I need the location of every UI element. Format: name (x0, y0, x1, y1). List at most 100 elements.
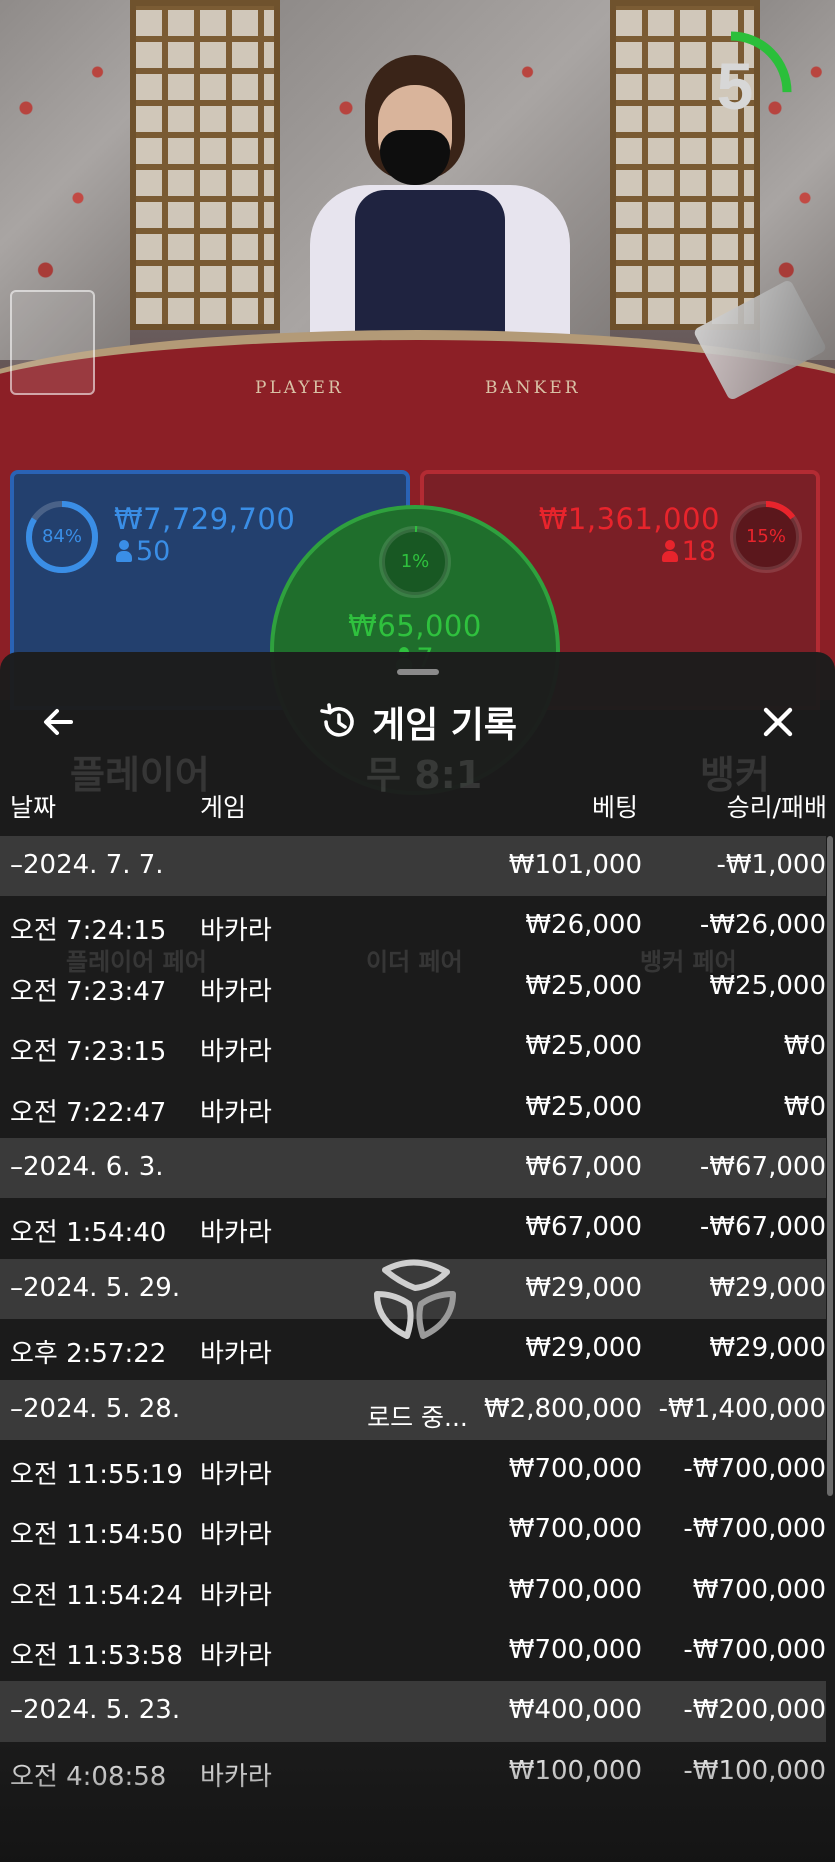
history-date-row[interactable]: –2024. 5. 23. ₩400,000 -₩200,000 (0, 1681, 826, 1742)
date-label: –2024. 6. 3. (10, 1151, 164, 1182)
round-time: 오후 2:57:22 (10, 1339, 167, 1370)
person-icon (661, 540, 678, 562)
tie-percent-ring: 1% (377, 524, 453, 600)
day-bet-total: ₩29,000 (525, 1272, 642, 1303)
round-game: 바카라 (200, 1037, 272, 1068)
day-bet-total: ₩2,800,000 (483, 1393, 642, 1424)
banker-bettor-count: 18 (661, 536, 716, 567)
loading-text: 로드 중... (367, 1403, 468, 1432)
round-time: 오전 7:23:15 (10, 1037, 167, 1068)
round-bet: ₩26,000 (525, 910, 642, 941)
history-row[interactable]: 오전 11:54:50 바카라 ₩700,000 -₩700,000 (0, 1500, 826, 1560)
history-row[interactable]: 오전 7:22:47 바카라 ₩25,000 ₩0 (0, 1078, 826, 1138)
round-game: 바카라 (200, 1218, 272, 1249)
round-bet: ₩25,000 (525, 1091, 642, 1122)
round-game: 바카라 (200, 1641, 272, 1672)
date-label: –2024. 5. 28. (10, 1393, 181, 1424)
round-bet: ₩67,000 (525, 1212, 642, 1243)
round-result: ₩29,000 (709, 1333, 826, 1364)
round-result: -₩26,000 (699, 910, 826, 941)
player-total-amount: ₩7,729,700 (114, 502, 296, 536)
bottom-fade (0, 1742, 835, 1862)
lattice-screen (130, 0, 280, 330)
player-percent: 84% (41, 526, 82, 547)
table-label-player: PLAYER (255, 378, 344, 398)
drag-handle[interactable] (397, 669, 439, 675)
history-date-row[interactable]: –2024. 6. 3. ₩67,000 -₩67,000 (0, 1137, 826, 1199)
person-icon (116, 540, 132, 562)
round-game: 바카라 (200, 1339, 272, 1370)
countdown-timer: 5 (670, 30, 807, 153)
round-game: 바카라 (200, 916, 272, 947)
table-label-banker: BANKER (485, 378, 581, 398)
history-row[interactable]: 오전 7:23:15 바카라 ₩25,000 ₩0 (0, 1017, 826, 1077)
banker-percent: 15% (745, 526, 786, 547)
close-icon (763, 707, 793, 737)
column-game: 게임 (200, 793, 247, 822)
round-bet: ₩25,000 (525, 970, 642, 1001)
column-result: 승리/패배 (726, 793, 827, 822)
round-bet: ₩700,000 (508, 1574, 642, 1605)
day-result-total: -₩67,000 (699, 1151, 826, 1182)
round-game: 바카라 (200, 1459, 272, 1490)
history-icon (320, 703, 354, 737)
round-bet: ₩700,000 (508, 1453, 642, 1484)
tie-total-amount: ₩65,000 (348, 609, 482, 643)
day-bet-total: ₩101,000 (508, 850, 642, 880)
column-bet: 베팅 (591, 793, 638, 822)
history-date-row[interactable]: –2024. 7. 7. ₩101,000 -₩1,000 (0, 836, 826, 897)
history-row[interactable]: 오전 11:54:24 바카라 ₩700,000 ₩700,000 (0, 1561, 826, 1621)
round-result: ₩700,000 (692, 1574, 826, 1605)
round-time: 오전 11:53:58 (10, 1641, 183, 1672)
round-result: ₩0 (783, 1031, 826, 1062)
date-label: –2024. 5. 23. (10, 1695, 181, 1726)
round-time: 오전 11:54:50 (10, 1520, 183, 1551)
history-row[interactable]: 오전 7:24:15 바카라 ₩26,000 -₩26,000 (0, 896, 826, 956)
round-result: ₩25,000 (709, 970, 826, 1001)
sheet-title: 게임 기록 (371, 705, 517, 746)
round-bet: ₩25,000 (525, 1031, 642, 1062)
scrollbar[interactable] (827, 836, 833, 1496)
round-time: 오전 7:23:47 (10, 976, 167, 1007)
game-history-sheet: 플레이어 무 8:1 뱅커 플레이어 페어 이더 페어 뱅커 페어 게임 기록 (0, 652, 835, 1862)
round-game: 바카라 (200, 976, 272, 1007)
day-result-total: ₩29,000 (709, 1272, 826, 1303)
dealer-vest (355, 190, 505, 340)
round-result: ₩0 (783, 1091, 826, 1122)
round-result: -₩700,000 (683, 1635, 826, 1666)
countdown-value: 5 (716, 49, 754, 123)
round-bet: ₩700,000 (508, 1514, 642, 1545)
day-result-total: -₩1,000 (716, 850, 826, 880)
round-result: -₩700,000 (683, 1514, 826, 1545)
day-result-total: -₩200,000 (683, 1695, 826, 1726)
round-game: 바카라 (200, 1580, 272, 1611)
day-bet-total: ₩400,000 (508, 1695, 642, 1726)
round-bet: ₩700,000 (508, 1635, 642, 1666)
player-bettor-count: 50 (116, 536, 170, 567)
loader-icon (374, 1259, 456, 1339)
game-screen: { "countdown": { "value": "5", "fraction… (0, 0, 835, 1862)
player-percent-ring: 84% (24, 499, 100, 575)
banker-total-amount: ₩1,361,000 (538, 502, 720, 536)
date-label: –2024. 7. 7. (10, 850, 164, 880)
history-row[interactable]: 오전 7:23:47 바카라 ₩25,000 ₩25,000 (0, 957, 826, 1017)
round-game: 바카라 (200, 1520, 272, 1551)
round-time: 오전 7:24:15 (10, 916, 167, 947)
close-button[interactable] (750, 694, 806, 750)
history-column-headers: 날짜 게임 베팅 승리/패배 (0, 778, 835, 828)
round-time: 오전 1:54:40 (10, 1218, 167, 1249)
round-game: 바카라 (200, 1097, 272, 1128)
history-row[interactable]: 오전 11:53:58 바카라 ₩700,000 -₩700,000 (0, 1621, 826, 1681)
banker-percent-ring: 15% (728, 499, 804, 575)
history-row[interactable]: 오전 11:55:19 바카라 ₩700,000 -₩700,000 (0, 1440, 826, 1500)
day-result-total: -₩1,400,000 (658, 1393, 826, 1424)
round-result: -₩67,000 (699, 1212, 826, 1243)
round-time: 오전 7:22:47 (10, 1097, 167, 1128)
round-bet: ₩29,000 (525, 1333, 642, 1364)
date-label: –2024. 5. 29. (10, 1272, 181, 1303)
round-time: 오전 11:54:24 (10, 1580, 183, 1611)
sheet-header: 게임 기록 (0, 696, 835, 748)
discard-tray (10, 290, 95, 395)
column-date: 날짜 (10, 793, 57, 822)
round-time: 오전 11:55:19 (10, 1459, 183, 1490)
